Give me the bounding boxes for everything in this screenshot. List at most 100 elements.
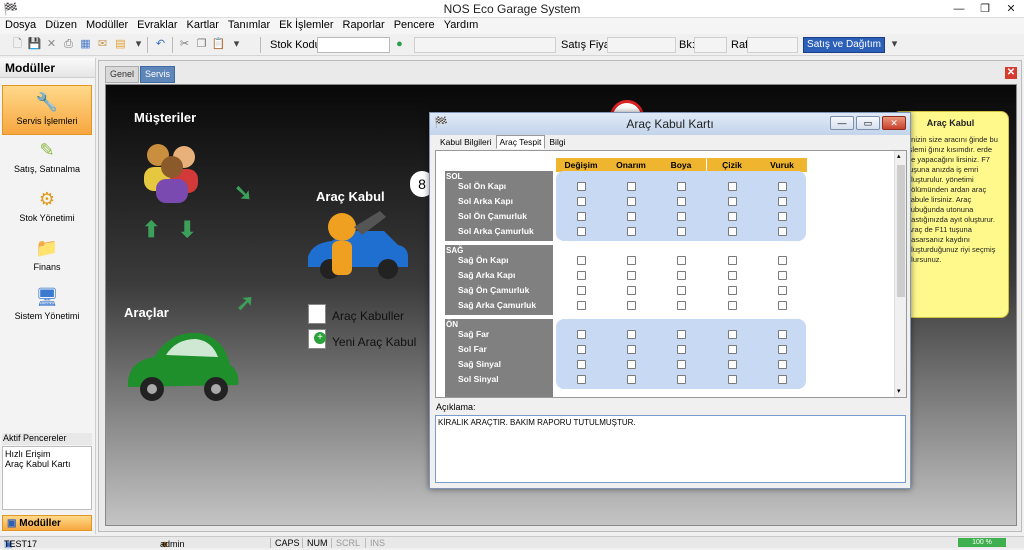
cut-icon[interactable]: ✂ [177,37,192,52]
damage-checkbox[interactable] [677,360,686,369]
arac-kabuller-link[interactable]: Araç Kabuller [332,309,404,323]
menu-duzen[interactable]: Düzen [41,18,81,32]
damage-checkbox[interactable] [778,182,787,191]
damage-checkbox[interactable] [627,256,636,265]
damage-checkbox[interactable] [577,360,586,369]
damage-checkbox[interactable] [728,345,737,354]
damage-checkbox[interactable] [577,330,586,339]
damage-checkbox[interactable] [728,227,737,236]
close-tab-button[interactable]: ✕ [1005,67,1017,79]
damage-checkbox[interactable] [577,256,586,265]
restore-button[interactable]: ❐ [972,0,998,18]
undo-icon[interactable]: ↶ [153,37,168,52]
sidebar-item-stok[interactable]: ⚙ Stok Yönetimi [2,183,92,233]
damage-checkbox[interactable] [728,271,737,280]
aciklama-textarea[interactable]: KİRALIK ARAÇTIR. BAKIM RAPORU TUTULMUŞTU… [435,415,906,483]
damage-checkbox[interactable] [627,345,636,354]
sidebar-item-finans[interactable]: 📁 Finans [2,232,92,282]
damage-checkbox[interactable] [728,212,737,221]
damage-checkbox[interactable] [627,212,636,221]
list-item[interactable]: Araç Kabul Kartı [5,459,89,469]
sidebar-item-sistem[interactable]: 🖥 Sistem Yönetimi [2,281,92,331]
tab-genel[interactable]: Genel [105,66,140,83]
mail-icon[interactable]: ✉ [95,37,110,52]
damage-checkbox[interactable] [627,360,636,369]
copy-icon[interactable]: ❐ [194,37,209,52]
damage-checkbox[interactable] [677,286,686,295]
damage-checkbox[interactable] [677,375,686,384]
damage-checkbox[interactable] [728,375,737,384]
yeni-arac-kabul-link[interactable]: Yeni Araç Kabul [332,335,416,349]
damage-checkbox[interactable] [778,212,787,221]
vertical-scrollbar[interactable]: ▾ ▴ [894,151,906,397]
damage-checkbox[interactable] [677,227,686,236]
car-icon[interactable] [120,321,244,411]
save-icon[interactable]: 💾 [27,37,42,52]
menu-dosya[interactable]: Dosya [1,18,40,32]
dropdown-arrow-icon[interactable]: ▾ [131,37,146,52]
sidebar-item-servis[interactable]: 🔧 Servis İşlemleri [2,85,92,135]
damage-checkbox[interactable] [728,301,737,310]
sidebar-item-satis[interactable]: ✎ Satış, Satınalma [2,134,92,184]
menu-raporlar[interactable]: Raporlar [339,18,389,32]
print-icon[interactable]: ⎙ [61,37,76,52]
paste-icon[interactable]: 📋 [211,37,226,52]
damage-checkbox[interactable] [577,271,586,280]
satis-dagitim-button[interactable]: Satış ve Dağıtım [803,37,885,53]
dialog-minimize-button[interactable]: — [830,116,854,130]
damage-checkbox[interactable] [627,330,636,339]
new-icon[interactable]: 🗋 [10,37,25,52]
close-window-button[interactable]: ✕ [998,0,1024,18]
damage-checkbox[interactable] [577,182,586,191]
menu-tanimlar[interactable]: Tanımlar [224,18,274,32]
damage-checkbox[interactable] [778,286,787,295]
damage-checkbox[interactable] [778,360,787,369]
damage-checkbox[interactable] [627,375,636,384]
damage-checkbox[interactable] [577,301,586,310]
damage-checkbox[interactable] [728,182,737,191]
damage-checkbox[interactable] [677,182,686,191]
damage-checkbox[interactable] [778,330,787,339]
damage-checkbox[interactable] [627,227,636,236]
preview-icon[interactable]: ▦ [78,37,93,52]
scroll-thumb[interactable] [897,165,905,297]
damage-checkbox[interactable] [627,182,636,191]
damage-checkbox[interactable] [677,197,686,206]
damage-checkbox[interactable] [728,330,737,339]
menu-kartlar[interactable]: Kartlar [183,18,223,32]
menu-moduller[interactable]: Modüller [82,18,132,32]
damage-checkbox[interactable] [627,301,636,310]
menu-yardim[interactable]: Yardım [440,18,483,32]
damage-checkbox[interactable] [778,197,787,206]
report-icon[interactable]: ▤ [113,37,128,52]
vehicle-reception-icon[interactable] [304,205,410,293]
tab-servis[interactable]: Servis [140,66,176,83]
damage-checkbox[interactable] [677,212,686,221]
damage-checkbox[interactable] [728,360,737,369]
damage-checkbox[interactable] [677,345,686,354]
damage-checkbox[interactable] [577,212,586,221]
menu-evraklar[interactable]: Evraklar [133,18,181,32]
damage-checkbox[interactable] [677,256,686,265]
dropdown-arrow-icon[interactable]: ▾ [229,37,244,52]
damage-checkbox[interactable] [577,345,586,354]
damage-checkbox[interactable] [728,197,737,206]
damage-checkbox[interactable] [728,286,737,295]
damage-checkbox[interactable] [778,301,787,310]
list-item[interactable]: Hızlı Erişim [5,449,89,459]
tab-bilgi[interactable]: Bilgi [545,135,569,149]
damage-checkbox[interactable] [577,375,586,384]
zoom-indicator[interactable]: 100 % [958,538,1006,547]
scroll-down-icon[interactable]: ▾ [897,387,901,395]
dropdown-arrow-icon[interactable]: ▾ [887,37,902,52]
damage-checkbox[interactable] [677,271,686,280]
dialog-close-button[interactable]: ✕ [882,116,906,130]
damage-checkbox[interactable] [677,301,686,310]
damage-checkbox[interactable] [577,197,586,206]
tab-kabul-bilgileri[interactable]: Kabul Bilgileri [436,135,496,149]
scroll-up-icon[interactable]: ▴ [897,152,901,160]
dialog-restore-button[interactable]: ▭ [856,116,880,130]
stok-kodu-input[interactable] [317,37,390,53]
tab-arac-tespit[interactable]: Araç Tespit [495,135,546,149]
damage-checkbox[interactable] [577,227,586,236]
